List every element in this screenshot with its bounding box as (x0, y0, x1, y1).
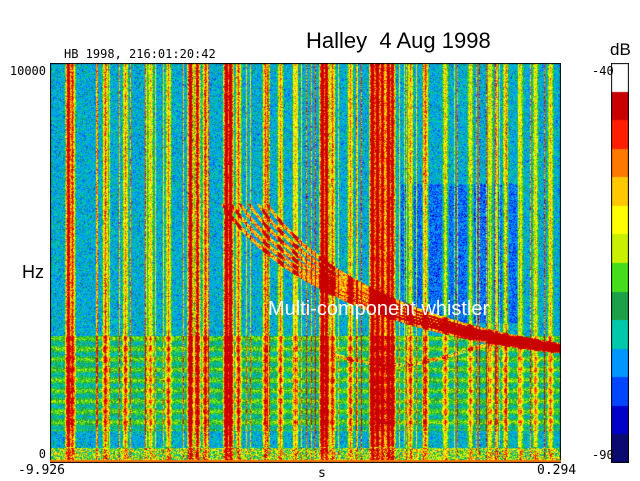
spectrogram-plot (50, 63, 561, 463)
station-timestamp: HB 1998, 216:01:20:42 (64, 47, 216, 61)
x-tick-right: 0.294 (537, 463, 577, 478)
colorbar-tick-top: -40 (592, 64, 614, 78)
annotation-whistler: Multi-component whistler (268, 298, 490, 320)
spectrogram-title: Halley 4 Aug 1998 (306, 28, 491, 53)
colorbar-tick-bottom: -90 (592, 448, 614, 462)
x-tick-left: -9.926 (18, 463, 65, 478)
y-axis-label: Hz (22, 262, 44, 282)
colorbar-unit-label: dB (610, 40, 631, 59)
y-tick-bottom: 0 (38, 447, 46, 461)
colorbar (611, 63, 629, 463)
y-tick-top: 10000 (9, 64, 46, 78)
x-axis-label: s (318, 466, 326, 481)
